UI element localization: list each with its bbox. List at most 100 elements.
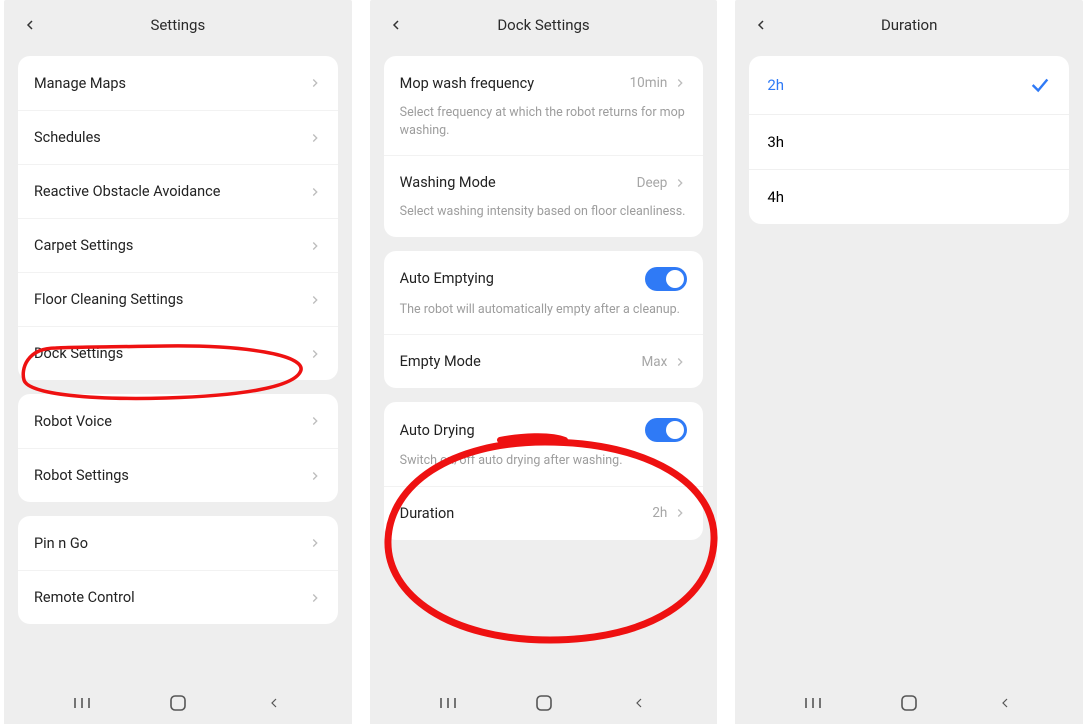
row-label: Mop wash frequency (400, 75, 630, 92)
recents-icon (438, 696, 458, 710)
settings-row-manage-maps[interactable]: Manage Maps (18, 56, 338, 110)
chevron-right-icon (673, 76, 687, 90)
duration-option-2h[interactable]: 2h (749, 56, 1069, 114)
header: Duration (735, 0, 1083, 50)
content: Mop wash frequency 10min Select frequenc… (370, 50, 718, 682)
nav-recents[interactable] (62, 689, 102, 717)
card-drying: Auto Drying Switch on/off auto drying af… (384, 402, 704, 540)
home-icon (169, 694, 187, 712)
check-icon (1029, 74, 1051, 96)
row-auto-emptying[interactable]: Auto Emptying (384, 251, 704, 307)
row-value: 2h (652, 505, 667, 521)
nav-back[interactable] (619, 689, 659, 717)
settings-group-2: Robot Voice Robot Settings (18, 394, 338, 502)
row-label: Auto Emptying (400, 270, 646, 287)
card-emptying: Auto Emptying The robot will automatical… (384, 251, 704, 389)
duration-option-4h[interactable]: 4h (749, 169, 1069, 224)
recents-icon (803, 696, 823, 710)
row-label: Robot Voice (34, 413, 308, 430)
row-label: Pin n Go (34, 535, 308, 552)
nav-home[interactable] (524, 689, 564, 717)
row-label: Schedules (34, 129, 308, 146)
row-mop-wash-frequency[interactable]: Mop wash frequency 10min (384, 56, 704, 110)
row-desc: Select frequency at which the robot retu… (384, 104, 704, 155)
screen-settings: Settings Manage Maps Schedules Reactive … (4, 0, 352, 724)
row-label: Manage Maps (34, 75, 308, 92)
page-title: Settings (18, 16, 338, 34)
settings-group-3: Pin n Go Remote Control (18, 516, 338, 624)
row-label: Carpet Settings (34, 237, 308, 254)
chevron-left-icon (631, 695, 647, 711)
duration-options: 2h 3h 4h (749, 56, 1069, 224)
chevron-right-icon (308, 347, 322, 361)
settings-row-robot-settings[interactable]: Robot Settings (18, 448, 338, 502)
header: Settings (4, 0, 352, 50)
duration-option-3h[interactable]: 3h (749, 114, 1069, 169)
page-title: Dock Settings (384, 16, 704, 34)
chevron-right-icon (308, 591, 322, 605)
nav-home[interactable] (158, 689, 198, 717)
chevron-right-icon (308, 76, 322, 90)
header: Dock Settings (370, 0, 718, 50)
settings-row-carpet-settings[interactable]: Carpet Settings (18, 218, 338, 272)
settings-row-reactive-obstacle[interactable]: Reactive Obstacle Avoidance (18, 164, 338, 218)
navbar (4, 682, 352, 724)
chevron-right-icon (673, 506, 687, 520)
navbar (735, 682, 1083, 724)
row-label: Empty Mode (400, 353, 642, 370)
home-icon (900, 694, 918, 712)
page-title: Duration (749, 16, 1069, 34)
settings-row-schedules[interactable]: Schedules (18, 110, 338, 164)
nav-home[interactable] (889, 689, 929, 717)
chevron-right-icon (308, 469, 322, 483)
chevron-right-icon (308, 536, 322, 550)
option-label: 4h (767, 188, 1051, 206)
chevron-right-icon (673, 176, 687, 190)
row-empty-mode[interactable]: Empty Mode Max (384, 334, 704, 388)
settings-row-pin-n-go[interactable]: Pin n Go (18, 516, 338, 570)
chevron-right-icon (308, 185, 322, 199)
row-label: Washing Mode (400, 174, 637, 191)
settings-group-1: Manage Maps Schedules Reactive Obstacle … (18, 56, 338, 380)
row-label: Reactive Obstacle Avoidance (34, 183, 308, 200)
card-washing: Mop wash frequency 10min Select frequenc… (384, 56, 704, 237)
toggle-auto-drying[interactable] (645, 418, 687, 442)
recents-icon (72, 696, 92, 710)
chevron-right-icon (308, 293, 322, 307)
row-duration[interactable]: Duration 2h (384, 486, 704, 540)
content: 2h 3h 4h (735, 50, 1083, 682)
row-label: Floor Cleaning Settings (34, 291, 308, 308)
row-label: Remote Control (34, 589, 308, 606)
chevron-right-icon (308, 414, 322, 428)
home-icon (535, 694, 553, 712)
row-auto-drying[interactable]: Auto Drying (384, 402, 704, 458)
row-washing-mode[interactable]: Washing Mode Deep (384, 155, 704, 209)
option-label: 2h (767, 76, 1029, 94)
chevron-right-icon (673, 355, 687, 369)
settings-row-dock-settings[interactable]: Dock Settings (18, 326, 338, 380)
chevron-left-icon (997, 695, 1013, 711)
row-label: Dock Settings (34, 345, 308, 362)
row-label: Auto Drying (400, 422, 646, 439)
row-label: Duration (400, 505, 653, 522)
settings-row-robot-voice[interactable]: Robot Voice (18, 394, 338, 448)
settings-row-floor-cleaning[interactable]: Floor Cleaning Settings (18, 272, 338, 326)
settings-row-remote-control[interactable]: Remote Control (18, 570, 338, 624)
content: Manage Maps Schedules Reactive Obstacle … (4, 50, 352, 682)
nav-recents[interactable] (428, 689, 468, 717)
chevron-left-icon (266, 695, 282, 711)
screen-duration: Duration 2h 3h 4h (735, 0, 1083, 724)
nav-back[interactable] (985, 689, 1025, 717)
nav-recents[interactable] (793, 689, 833, 717)
navbar (370, 682, 718, 724)
row-value: 10min (630, 75, 668, 91)
row-value: Deep (637, 175, 668, 191)
chevron-right-icon (308, 131, 322, 145)
option-label: 3h (767, 133, 1051, 151)
screen-dock-settings: Dock Settings Mop wash frequency 10min S… (370, 0, 718, 724)
row-label: Robot Settings (34, 467, 308, 484)
chevron-right-icon (308, 239, 322, 253)
toggle-auto-emptying[interactable] (645, 267, 687, 291)
nav-back[interactable] (254, 689, 294, 717)
row-value: Max (642, 354, 668, 370)
